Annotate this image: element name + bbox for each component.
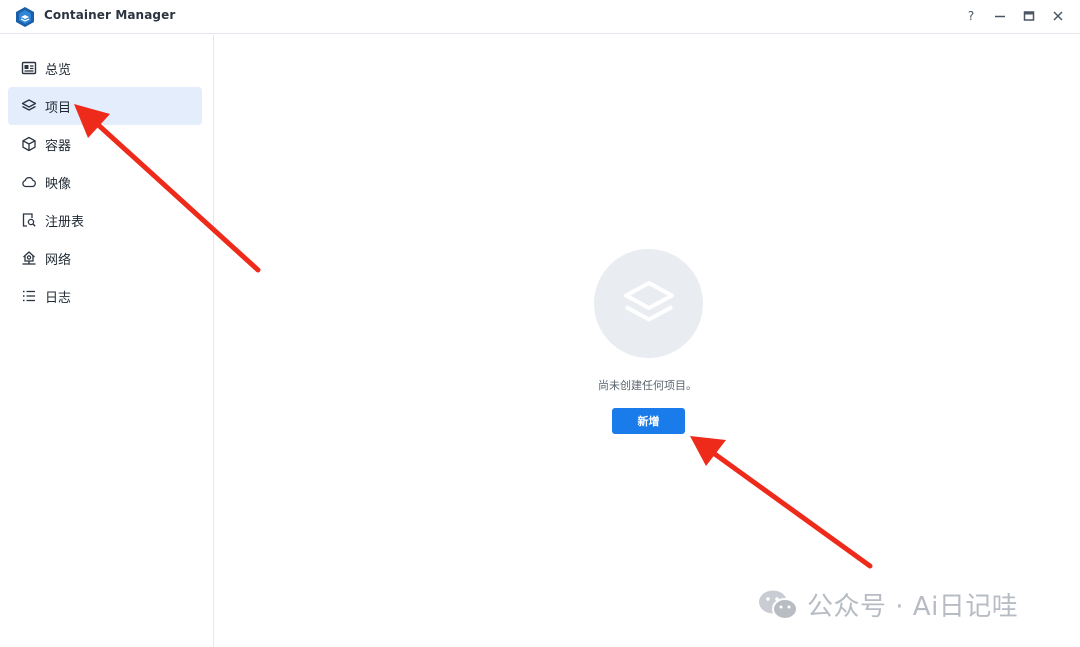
sidebar-item-registry[interactable]: 注册表	[8, 201, 202, 239]
cube-icon	[21, 136, 37, 152]
layers-icon	[21, 98, 37, 114]
add-project-button[interactable]: 新增	[612, 408, 685, 434]
sidebar-item-overview[interactable]: 总览	[8, 49, 202, 87]
watermark-text: 公众号 · Ai日记哇	[807, 592, 1019, 622]
sidebar-item-image[interactable]: 映像	[8, 163, 202, 201]
minimize-button[interactable]	[990, 5, 1010, 27]
sidebar-item-label: 映像	[45, 176, 72, 192]
empty-state-illustration	[594, 249, 703, 358]
watermark: 公众号 · Ai日记哇	[757, 586, 1018, 623]
overview-icon	[21, 60, 37, 76]
layers-icon	[623, 280, 674, 321]
close-icon	[1053, 11, 1063, 21]
cloud-icon	[21, 174, 37, 190]
app-title: Container Manager	[44, 8, 176, 22]
close-button[interactable]	[1048, 5, 1068, 27]
sidebar-item-label: 容器	[45, 138, 72, 154]
maximize-button[interactable]	[1019, 5, 1039, 27]
window-controls: ?	[961, 5, 1068, 27]
registry-search-icon	[21, 212, 37, 228]
sidebar-item-label: 注册表	[45, 214, 85, 230]
list-icon	[21, 288, 37, 304]
sidebar-item-project[interactable]: 项目	[8, 87, 202, 125]
maximize-icon	[1023, 11, 1035, 21]
app-logo-icon	[16, 7, 34, 27]
title-bar: Container Manager ?	[0, 0, 1080, 34]
wechat-icon	[759, 590, 798, 620]
network-icon	[21, 250, 37, 266]
sidebar-item-container[interactable]: 容器	[8, 125, 202, 163]
sidebar-item-log[interactable]: 日志	[8, 277, 202, 315]
sidebar-item-label: 项目	[45, 100, 72, 116]
sidebar-item-label: 日志	[45, 290, 72, 306]
sidebar-item-label: 网络	[45, 252, 72, 268]
empty-state-message: 尚未创建任何项目。	[598, 379, 697, 392]
help-button[interactable]: ?	[961, 5, 981, 27]
sidebar-item-label: 总览	[45, 62, 72, 78]
minimize-icon	[995, 15, 1005, 18]
sidebar-item-network[interactable]: 网络	[8, 239, 202, 277]
help-icon: ?	[967, 9, 975, 23]
sidebar: 总览 项目 容器 映像 注册表 网络 日志	[0, 35, 214, 647]
main-content: 尚未创建任何项目。 新增	[215, 35, 1080, 647]
container-manager-window: Container Manager ? 总览 项目 容器 映像 注册表 网络 日…	[0, 0, 1080, 647]
